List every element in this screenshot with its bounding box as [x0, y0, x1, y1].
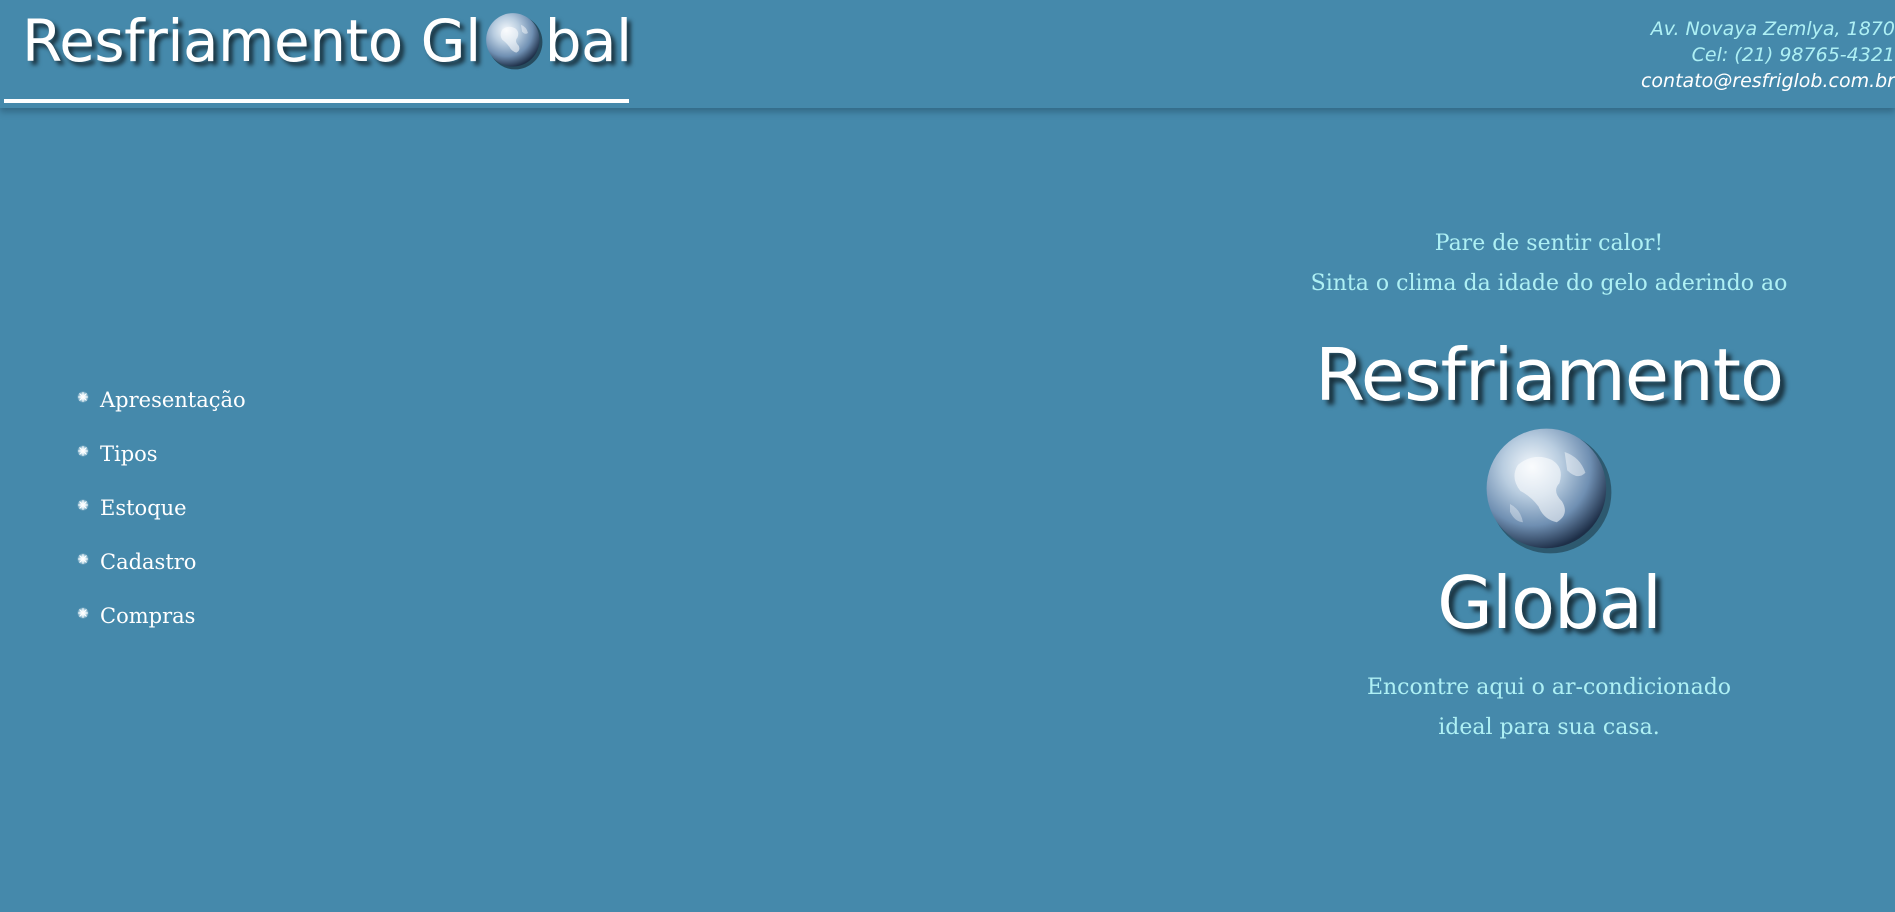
contact-email[interactable]: contato@resfriglob.com.br [1641, 68, 1895, 94]
main-nav: Apresentação Tipos Estoque Cadastro Comp… [76, 373, 246, 643]
promo-tagline-1: Encontre aqui o ar-condicionado [1366, 675, 1732, 700]
nav-item-tipos[interactable]: Tipos [76, 427, 246, 481]
snowflake-bullet-icon [77, 553, 89, 565]
promo-brand-word2: Global [1437, 561, 1662, 645]
header-underline [4, 99, 629, 103]
contact-phone: Cel: (21) 98765-4321 [1691, 44, 1895, 66]
nav-label: Compras [100, 604, 196, 628]
nav-label: Estoque [100, 496, 187, 520]
nav-item-compras[interactable]: Compras [76, 589, 246, 643]
nav-label: Apresentação [100, 388, 246, 412]
logo-text-part1: Resfriamento Gl [22, 7, 481, 75]
snowflake-bullet-icon [77, 391, 89, 403]
promo-subline: Sinta o clima da idade do gelo aderindo … [1310, 271, 1788, 296]
promo-section: Pare de sentir calor! Sinta o clima da i… [1249, 224, 1849, 748]
site-logo[interactable]: Resfriamento Gl bal [22, 6, 632, 76]
site-header: Resfriamento Gl bal Av. Novaya Zemlya, 1… [0, 0, 1895, 108]
snowflake-bullet-icon [77, 499, 89, 511]
contact-address: Av. Novaya Zemlya, 1870 [1650, 18, 1895, 40]
logo-text-part2: bal [544, 7, 632, 75]
promo-brand-word1: Resfriamento [1314, 333, 1784, 417]
snowflake-bullet-icon [77, 445, 89, 457]
contact-info: Av. Novaya Zemlya, 1870 Cel: (21) 98765-… [1641, 16, 1895, 94]
nav-label: Tipos [100, 442, 158, 466]
promo-headline: Pare de sentir calor! [1434, 231, 1664, 256]
globe-icon [485, 13, 543, 70]
globe-icon [1486, 428, 1612, 554]
nav-item-estoque[interactable]: Estoque [76, 481, 246, 535]
nav-label: Cadastro [100, 550, 197, 574]
nav-item-apresentacao[interactable]: Apresentação [76, 373, 246, 427]
nav-item-cadastro[interactable]: Cadastro [76, 535, 246, 589]
snowflake-bullet-icon [77, 607, 89, 619]
promo-tagline-2: ideal para sua casa. [1438, 715, 1660, 740]
